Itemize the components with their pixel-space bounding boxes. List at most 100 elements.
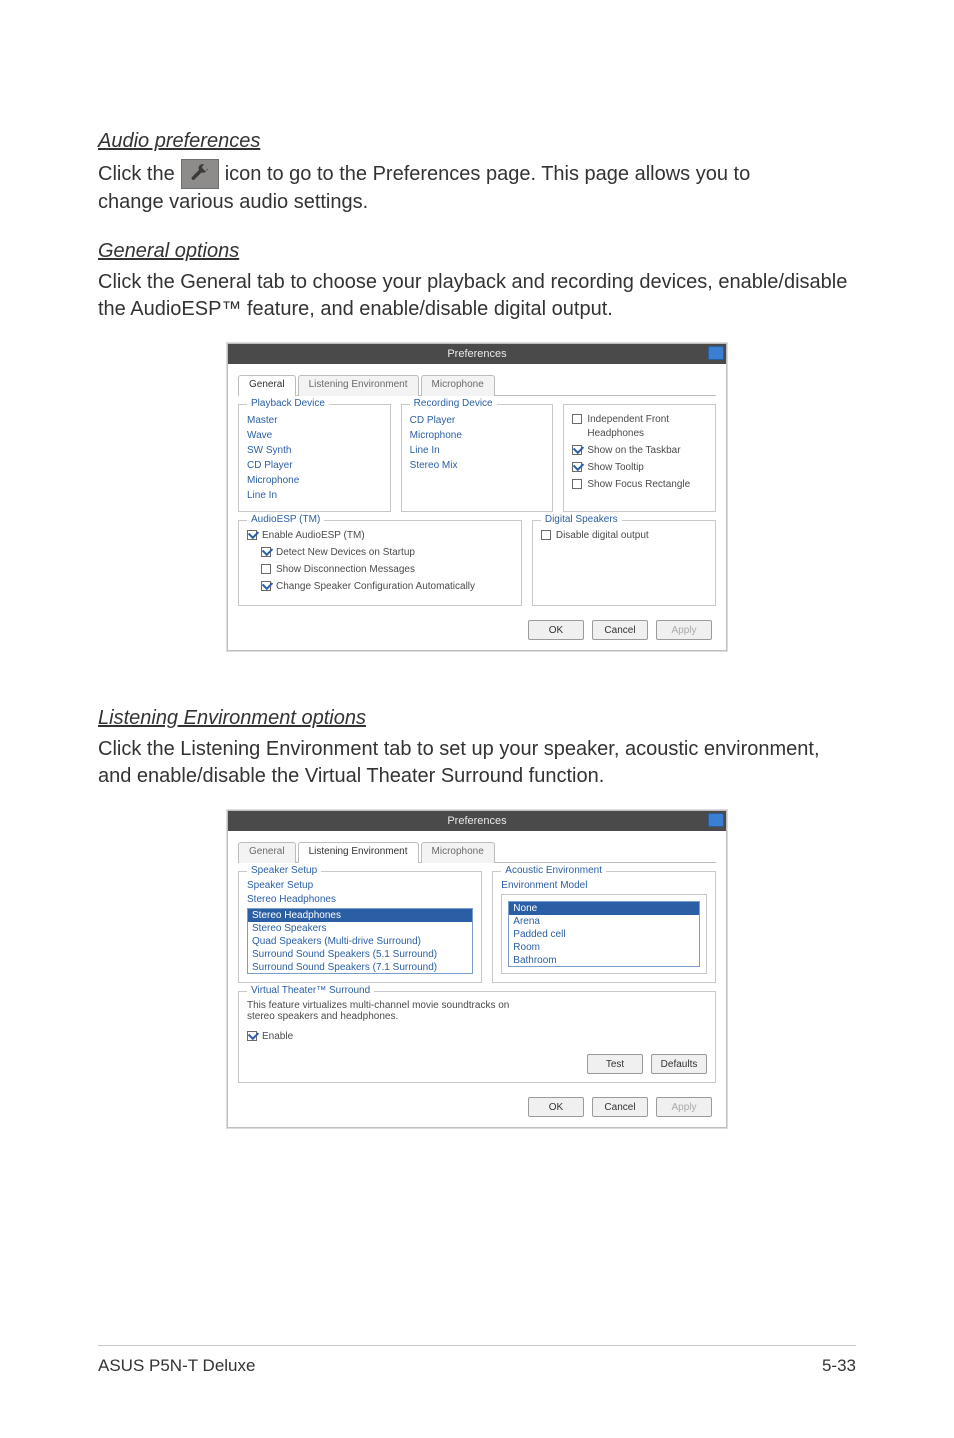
checkbox-enable-audioesp[interactable]: Enable AudioESP (TM) [247, 529, 513, 543]
vts-button-row: Test Defaults [247, 1054, 707, 1074]
dialog-button-row: OK Cancel Apply [238, 614, 716, 642]
tab-general[interactable]: General [238, 375, 296, 396]
list-item[interactable]: Padded cell [509, 928, 699, 941]
speaker-sub-label: Stereo Headphones [247, 894, 473, 905]
list-item[interactable]: Surround Sound Speakers (5.1 Surround) [248, 948, 472, 961]
tab-listening-environment[interactable]: Listening Environment [298, 842, 419, 863]
preferences-window-listening: Preferences General Listening Environmen… [227, 810, 727, 1128]
checkbox-show-focus-rectangle[interactable]: Show Focus Rectangle [572, 478, 707, 492]
close-icon[interactable] [708, 346, 724, 360]
group-recording-device: Recording Device CD Player Microphone Li… [401, 404, 554, 512]
group-title: Acoustic Environment [501, 865, 606, 876]
list-item[interactable]: CD Player [247, 458, 382, 473]
test-button[interactable]: Test [587, 1054, 643, 1074]
list-item[interactable]: Bathroom [509, 954, 699, 967]
checkbox-disable-digital-output[interactable]: Disable digital output [541, 529, 707, 543]
checkbox-detect-new-devices[interactable]: Detect New Devices on Startup [261, 546, 513, 560]
list-item[interactable]: SW Synth [247, 443, 382, 458]
group-title: AudioESP (TM) [247, 514, 324, 525]
checkbox-show-tooltip[interactable]: Show Tooltip [572, 461, 707, 475]
wrench-icon [181, 159, 219, 189]
checkbox-label: Enable [262, 1030, 293, 1044]
window-title: Preferences [447, 815, 506, 827]
list-item[interactable]: Stereo Headphones [248, 909, 472, 922]
window-titlebar: Preferences [228, 811, 726, 831]
group-title: Digital Speakers [541, 514, 622, 525]
general-top-row: Playback Device Master Wave SW Synth CD … [238, 404, 716, 520]
checkbox-label: Enable AudioESP (TM) [262, 529, 365, 543]
text-fragment: Click the [98, 161, 175, 188]
window-titlebar: Preferences [228, 344, 726, 364]
preferences-window-general: Preferences General Listening Environmen… [227, 343, 727, 651]
playback-device-list[interactable]: Master Wave SW Synth CD Player Microphon… [247, 413, 382, 503]
list-item[interactable]: Line In [247, 488, 382, 503]
group-playback-device: Playback Device Master Wave SW Synth CD … [238, 404, 391, 512]
group-digital-speakers: Digital Speakers Disable digital output [532, 520, 716, 606]
checkbox-label: Independent Front Headphones [587, 413, 707, 441]
list-item[interactable]: Microphone [247, 473, 382, 488]
text-fragment: change various audio settings. [98, 189, 856, 216]
list-item[interactable]: CD Player [410, 413, 545, 428]
list-item[interactable]: Arena [509, 915, 699, 928]
checkbox-label: Show Tooltip [587, 461, 644, 475]
cancel-button[interactable]: Cancel [592, 620, 648, 640]
checkbox-show-on-taskbar[interactable]: Show on the Taskbar [572, 444, 707, 458]
tabs: General Listening Environment Microphone [238, 374, 716, 396]
ok-button[interactable]: OK [528, 620, 584, 640]
figure-general-preferences: Preferences General Listening Environmen… [98, 343, 856, 651]
list-item[interactable]: Room [509, 941, 699, 954]
section-audio-preferences: Audio preferences Click the icon to go t… [98, 130, 856, 216]
checkbox-show-disconnection-messages[interactable]: Show Disconnection Messages [261, 563, 513, 577]
list-item[interactable]: Wave [247, 428, 382, 443]
checkbox-independent-front-headphones[interactable]: Independent Front Headphones [572, 413, 707, 441]
section-listening-environment: Listening Environment options Click the … [98, 707, 856, 1128]
tab-general[interactable]: General [238, 842, 296, 863]
text-fragment: icon to go to the Preferences page. This… [225, 161, 751, 188]
window-body: General Listening Environment Microphone… [228, 831, 726, 1127]
listening-environment-body: Click the Listening Environment tab to s… [98, 736, 856, 790]
checkbox-label: Detect New Devices on Startup [276, 546, 415, 560]
list-item[interactable]: Quad Speakers (Multi-drive Surround) [248, 935, 472, 948]
general-options-body: Click the General tab to choose your pla… [98, 269, 856, 323]
checkbox-change-speaker-config-auto[interactable]: Change Speaker Configuration Automatical… [261, 580, 513, 594]
list-item[interactable]: Master [247, 413, 382, 428]
heading-audio-preferences: Audio preferences [98, 130, 856, 153]
audio-preferences-body: Click the icon to go to the Preferences … [98, 159, 856, 189]
footer-left: ASUS P5N-T Deluxe [98, 1356, 255, 1376]
apply-button[interactable]: Apply [656, 620, 712, 640]
list-item[interactable]: Line In [410, 443, 545, 458]
checkbox-vts-enable[interactable]: Enable [247, 1030, 707, 1044]
list-item[interactable]: Surround Sound Speakers (7.1 Surround) [248, 961, 472, 974]
list-item[interactable]: None [509, 902, 699, 915]
recording-device-list[interactable]: CD Player Microphone Line In Stereo Mix [410, 413, 545, 473]
group-title: Recording Device [410, 398, 497, 409]
group-title: Speaker Setup [247, 865, 321, 876]
dialog-button-row: OK Cancel Apply [238, 1091, 716, 1119]
vts-description: This feature virtualizes multi-channel m… [247, 1000, 523, 1022]
tab-microphone[interactable]: Microphone [421, 375, 495, 396]
environment-model-label: Environment Model [501, 880, 707, 891]
close-icon[interactable] [708, 813, 724, 827]
general-bottom-row: AudioESP (TM) Enable AudioESP (TM) Detec… [238, 520, 716, 614]
list-item[interactable]: Stereo Mix [410, 458, 545, 473]
cancel-button[interactable]: Cancel [592, 1097, 648, 1117]
checkbox-label: Show Disconnection Messages [276, 563, 415, 577]
apply-button[interactable]: Apply [656, 1097, 712, 1117]
heading-listening-environment: Listening Environment options [98, 707, 856, 730]
checkbox-label: Disable digital output [556, 529, 649, 543]
ok-button[interactable]: OK [528, 1097, 584, 1117]
list-item[interactable]: Stereo Speakers [248, 922, 472, 935]
environment-model-select[interactable]: None Arena Padded cell Room Bathroom [508, 901, 700, 967]
listening-top-row: Speaker Setup Speaker Setup Stereo Headp… [238, 871, 716, 991]
speaker-setup-label: Speaker Setup [247, 880, 473, 891]
document-page: Audio preferences Click the icon to go t… [0, 0, 954, 1438]
checkbox-label: Show on the Taskbar [587, 444, 680, 458]
tab-listening-environment[interactable]: Listening Environment [298, 375, 419, 396]
defaults-button[interactable]: Defaults [651, 1054, 707, 1074]
group-speaker-setup: Speaker Setup Speaker Setup Stereo Headp… [238, 871, 482, 983]
environment-model-box: None Arena Padded cell Room Bathroom [501, 894, 707, 974]
speaker-setup-select[interactable]: Stereo Headphones Stereo Speakers Quad S… [247, 908, 473, 974]
group-title: Playback Device [247, 398, 329, 409]
list-item[interactable]: Microphone [410, 428, 545, 443]
tab-microphone[interactable]: Microphone [421, 842, 495, 863]
